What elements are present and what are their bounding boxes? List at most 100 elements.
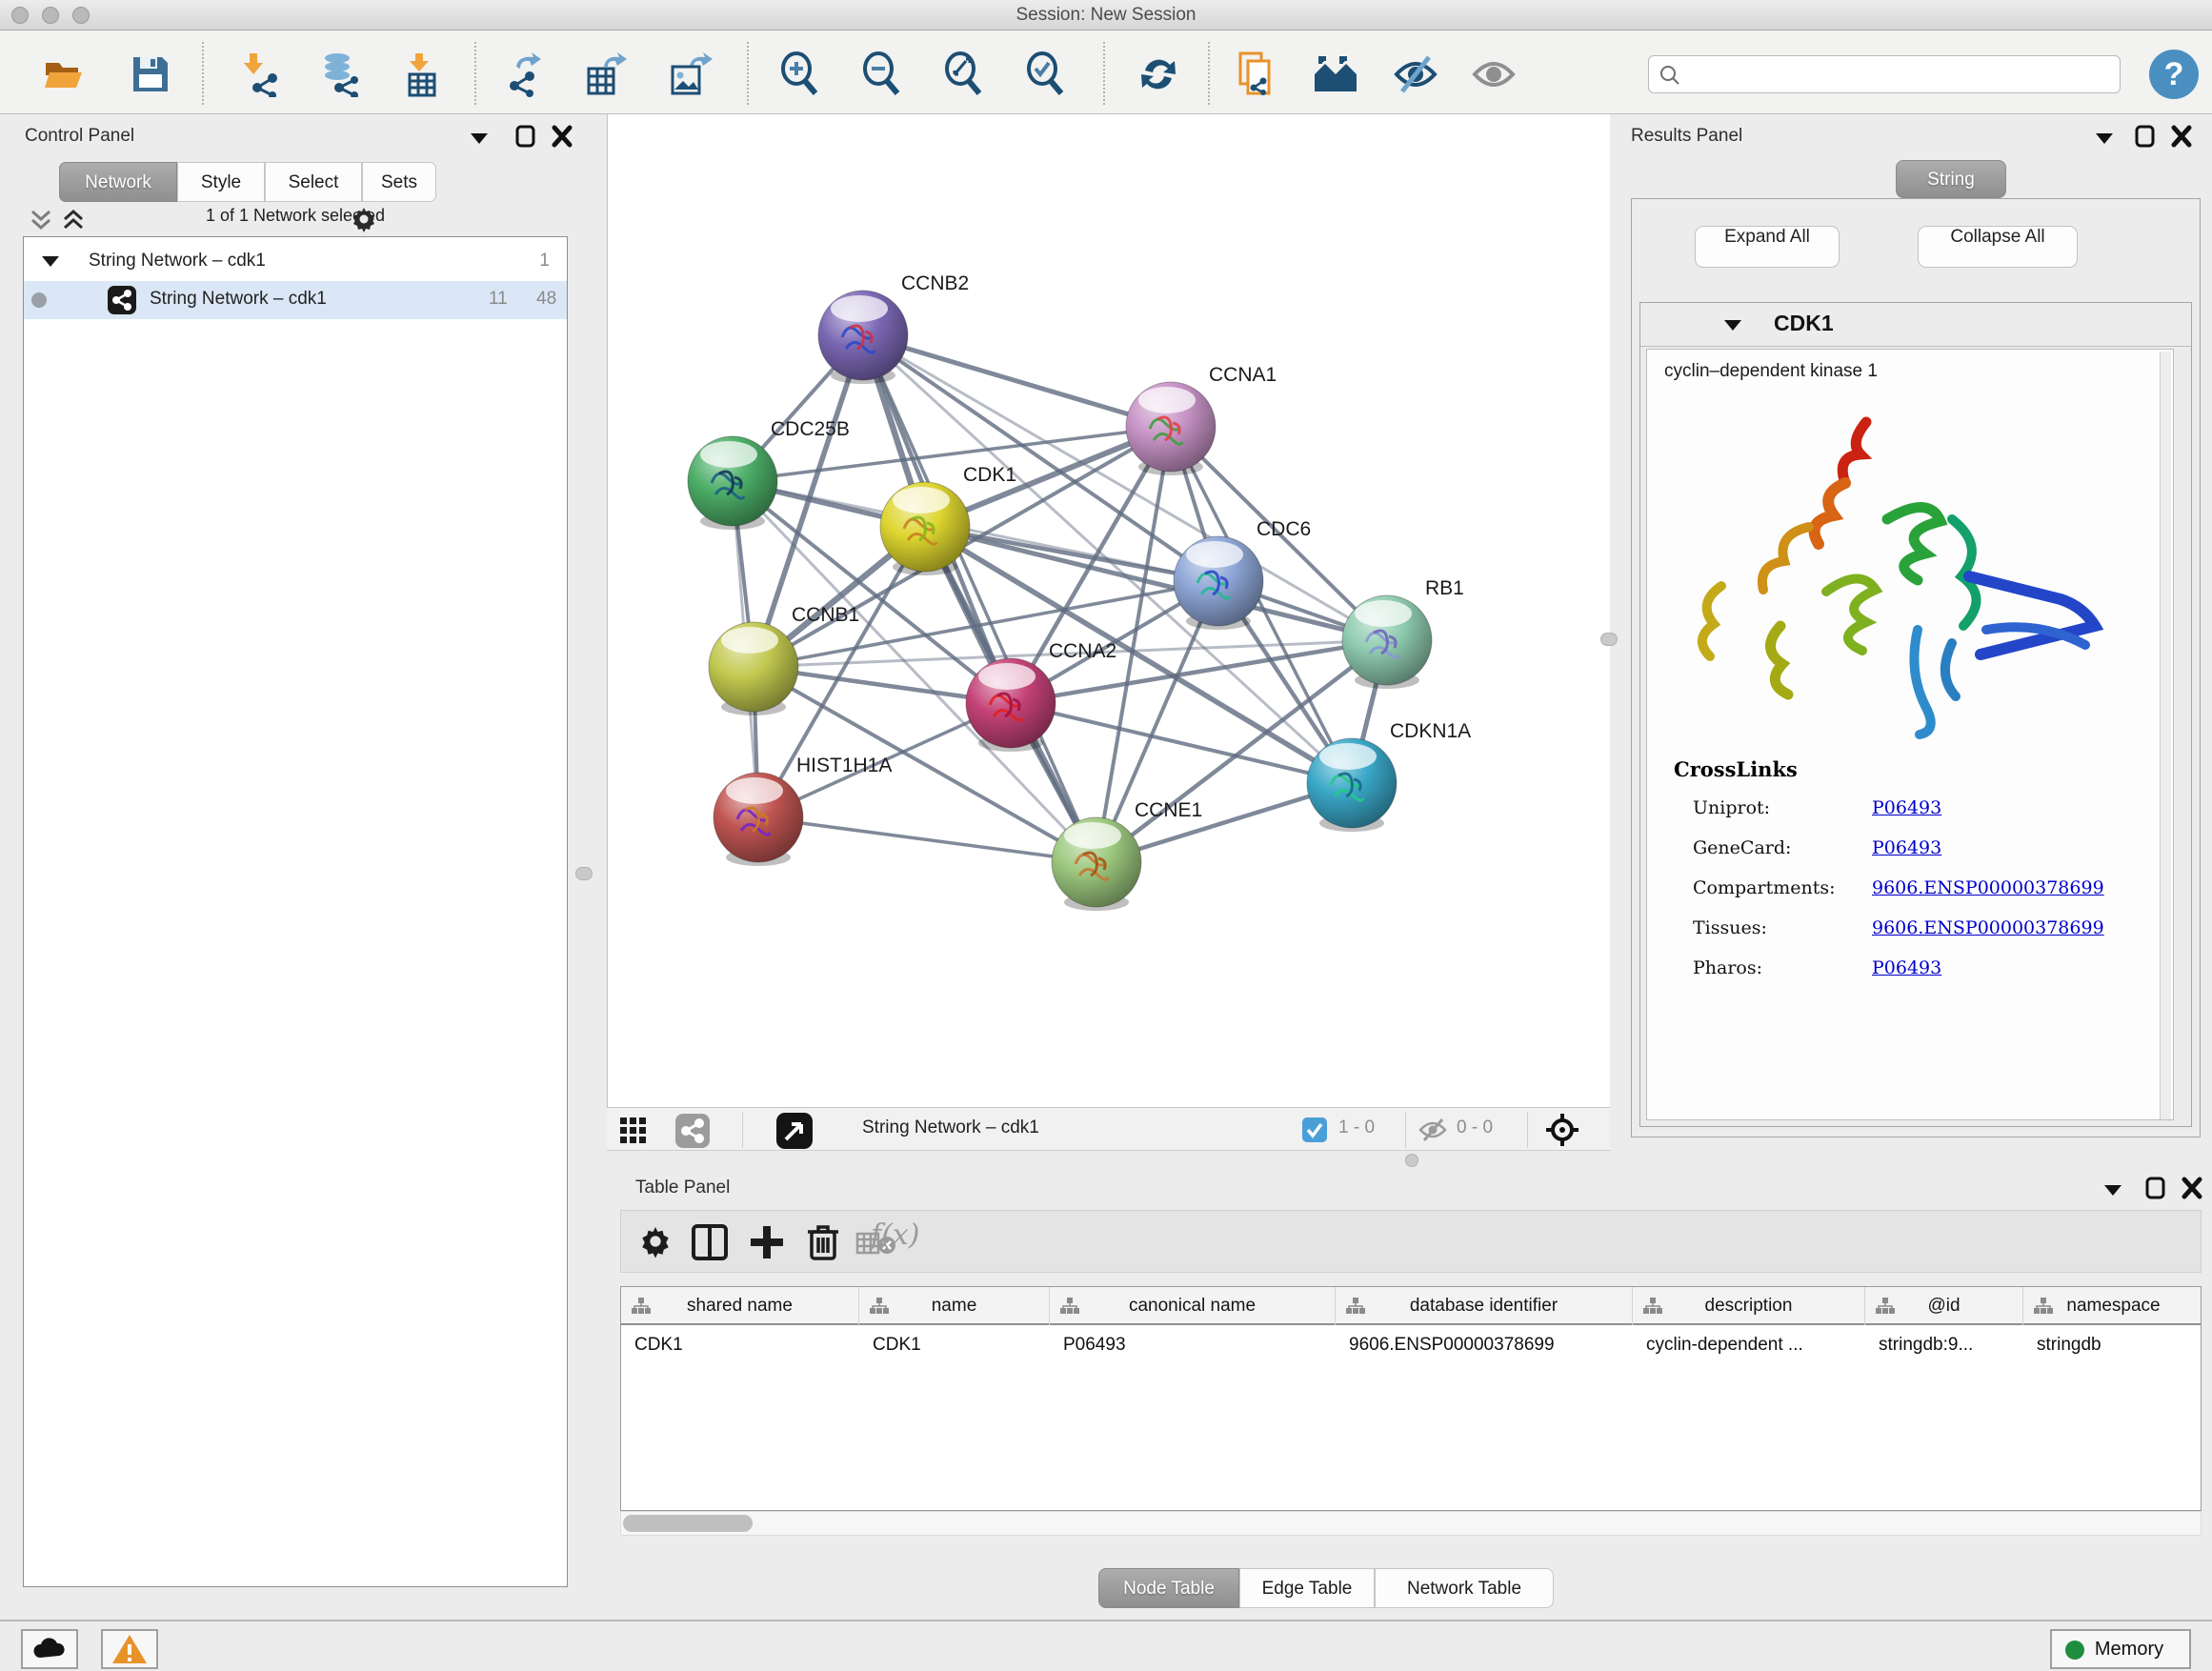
node-CCNB1[interactable]: CCNB1 — [709, 604, 859, 715]
node-CDK1[interactable]: CDK1 — [880, 464, 1016, 575]
table-cell[interactable]: stringdb:9... — [1865, 1327, 2023, 1363]
memory-button[interactable]: Memory — [2050, 1629, 2191, 1669]
export-table-icon[interactable] — [583, 51, 629, 97]
refresh-icon[interactable] — [1136, 51, 1181, 97]
results-panel-close-icon[interactable] — [2170, 124, 2193, 149]
node-CDC25B[interactable]: CDC25B — [688, 418, 850, 530]
table-cell[interactable]: P06493 — [1050, 1327, 1336, 1363]
import-table-icon[interactable] — [400, 51, 446, 97]
clone-network-icon[interactable] — [1235, 51, 1280, 97]
tab-node-table[interactable]: Node Table — [1098, 1568, 1239, 1608]
column-header-canonicalname[interactable]: canonical name — [1050, 1287, 1336, 1325]
tab-edge-table[interactable]: Edge Table — [1239, 1568, 1375, 1608]
show-columns-icon[interactable] — [690, 1222, 730, 1262]
crosslink-link[interactable]: 9606.ENSP00000378699 — [1872, 877, 2104, 898]
first-neighbors-icon[interactable] — [1313, 51, 1358, 97]
export-network-icon[interactable] — [503, 51, 549, 97]
add-column-icon[interactable] — [747, 1222, 787, 1262]
table-cell[interactable]: stringdb — [2023, 1327, 2202, 1363]
edge-CCNB2-CCNA1[interactable] — [863, 335, 1171, 427]
table-cell[interactable]: CDK1 — [621, 1327, 859, 1363]
edge-HIST1H1A-CCNE1[interactable] — [758, 817, 1096, 862]
gene-expander-icon[interactable] — [1722, 318, 1743, 332]
results-panel-maximize-icon[interactable] — [2134, 124, 2157, 149]
table-cell[interactable]: cyclin-dependent ... — [1633, 1327, 1865, 1363]
tab-network-table[interactable]: Network Table — [1375, 1568, 1554, 1608]
results-scrollbar[interactable] — [2160, 352, 2171, 1119]
column-header-sharedname[interactable]: shared name — [621, 1287, 859, 1325]
network-share-view-icon[interactable] — [675, 1114, 710, 1148]
cloud-status-button[interactable] — [21, 1629, 78, 1669]
network-canvas[interactable]: CCNB2CCNA1CDC25BCDK1CDC6RB1CCNB1CCNA2CDK… — [607, 114, 1610, 1107]
column-header-namespace[interactable]: namespace — [2023, 1287, 2202, 1325]
node-label-CCNB2: CCNB2 — [901, 272, 969, 294]
help-button[interactable]: ? — [2149, 50, 2199, 99]
selected-nodes-checkbox[interactable] — [1302, 1117, 1327, 1142]
grid-view-icon[interactable] — [618, 1116, 649, 1146]
tab-select[interactable]: Select — [265, 162, 362, 202]
gene-entry-header[interactable]: CDK1 — [1640, 303, 2191, 347]
save-session-icon[interactable] — [128, 51, 173, 97]
column-header-databaseidentifier[interactable]: database identifier — [1336, 1287, 1633, 1325]
tab-sets[interactable]: Sets — [362, 162, 436, 202]
node-CDKN1A[interactable]: CDKN1A — [1307, 720, 1471, 832]
zoom-out-icon[interactable] — [859, 51, 905, 97]
import-network-icon[interactable] — [236, 51, 282, 97]
horizontal-splitter[interactable] — [607, 1151, 2212, 1170]
network-collection-row[interactable]: String Network – cdk1 1 — [24, 243, 567, 281]
node-label-CCNE1: CCNE1 — [1135, 799, 1202, 821]
node-CCNB2[interactable]: CCNB2 — [818, 272, 969, 384]
column-header-id[interactable]: @id — [1865, 1287, 2023, 1325]
panel-divider-handle[interactable] — [575, 867, 593, 880]
edge-CCNA2-CDKN1A[interactable] — [1011, 703, 1352, 783]
delete-column-icon[interactable] — [804, 1222, 842, 1262]
table-toolbar: f(x) — [620, 1210, 2202, 1273]
crosslink-link[interactable]: 9606.ENSP00000378699 — [1872, 917, 2104, 938]
collection-expander-icon[interactable] — [41, 254, 60, 268]
crosslink-link[interactable]: P06493 — [1872, 957, 1941, 978]
node-RB1[interactable]: RB1 — [1342, 577, 1464, 689]
column-header-name[interactable]: name — [859, 1287, 1050, 1325]
zoom-in-icon[interactable] — [777, 51, 823, 97]
node-label-RB1: RB1 — [1425, 577, 1464, 599]
table-horizontal-scrollbar[interactable] — [620, 1511, 2202, 1536]
results-panel-float-icon[interactable] — [2094, 131, 2115, 145]
node-HIST1H1A[interactable]: HIST1H1A — [714, 755, 892, 866]
table-panel-maximize-icon[interactable] — [2144, 1176, 2167, 1200]
results-divider-handle[interactable] — [1600, 633, 1618, 646]
search-input[interactable] — [1689, 58, 2108, 91]
table-panel-close-icon[interactable] — [2181, 1176, 2203, 1200]
birdseye-view-icon[interactable] — [776, 1113, 813, 1149]
zoom-selected-icon[interactable] — [1023, 51, 1069, 97]
collapse-all-button[interactable]: Collapse All — [1918, 226, 2078, 268]
column-header-description[interactable]: description — [1633, 1287, 1865, 1325]
table-options-gear-icon[interactable] — [636, 1222, 674, 1260]
splitter-handle[interactable] — [1405, 1154, 1418, 1167]
tab-network[interactable]: Network — [59, 162, 177, 202]
open-session-icon[interactable] — [42, 51, 88, 97]
control-panel-close-icon[interactable] — [551, 124, 573, 149]
show-all-icon[interactable] — [1471, 51, 1517, 97]
control-panel-float-icon[interactable] — [469, 131, 490, 145]
hide-selected-icon[interactable] — [1393, 51, 1438, 97]
export-image-icon[interactable] — [667, 51, 713, 97]
crosslink-link[interactable]: P06493 — [1872, 797, 1941, 818]
control-panel-maximize-icon[interactable] — [514, 124, 537, 149]
fit-content-crosshair-icon[interactable] — [1544, 1112, 1580, 1148]
crosslink-link[interactable]: P06493 — [1872, 837, 1941, 858]
network-row-selected[interactable]: String Network – cdk1 11 48 — [24, 281, 567, 319]
scrollbar-thumb[interactable] — [623, 1515, 753, 1532]
node-CDC6[interactable]: CDC6 — [1174, 518, 1311, 630]
tab-string[interactable]: String — [1896, 160, 2006, 198]
tab-style[interactable]: Style — [177, 162, 265, 202]
warning-status-button[interactable] — [101, 1629, 158, 1669]
zoom-fit-icon[interactable] — [941, 51, 987, 97]
table-panel-float-icon[interactable] — [2102, 1183, 2123, 1197]
table-cell[interactable]: CDK1 — [859, 1327, 1050, 1363]
node-CCNA1[interactable]: CCNA1 — [1126, 364, 1277, 475]
expand-all-button[interactable]: Expand All — [1695, 226, 1840, 268]
import-database-icon[interactable] — [316, 51, 362, 97]
crosslink-label: GeneCard: — [1693, 837, 1791, 858]
network-options-gear-icon[interactable] — [349, 204, 379, 234]
table-cell[interactable]: 9606.ENSP00000378699 — [1336, 1327, 1633, 1363]
